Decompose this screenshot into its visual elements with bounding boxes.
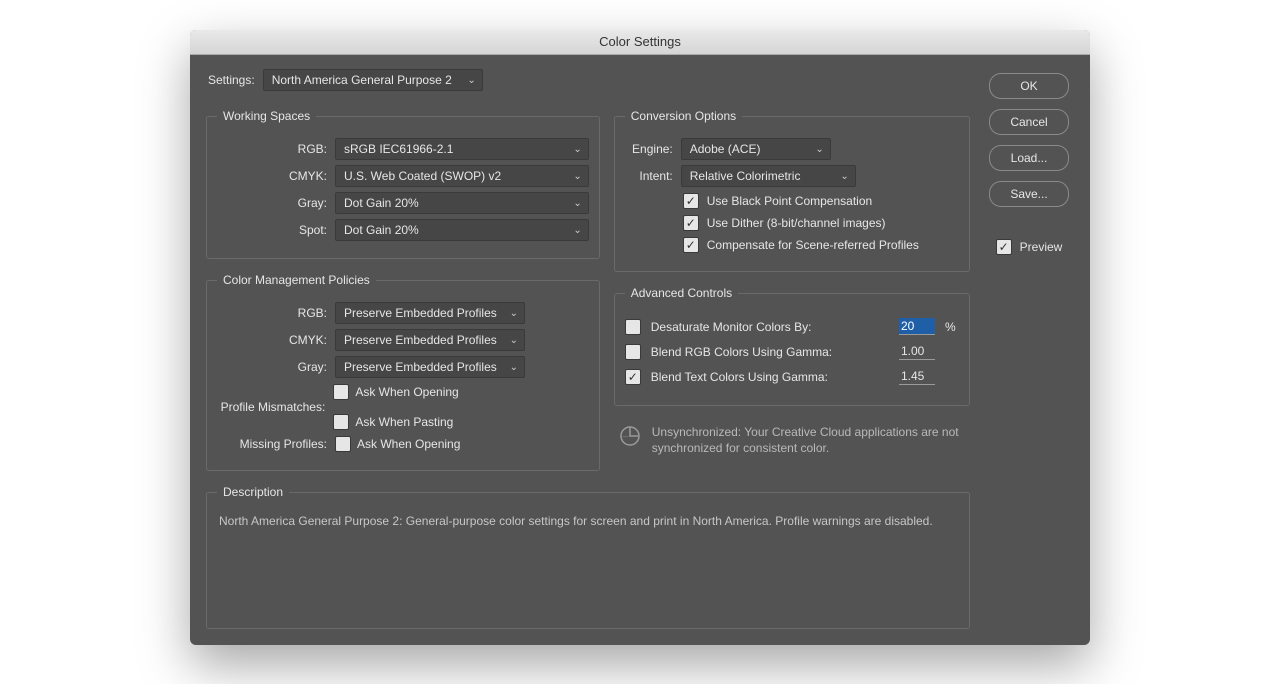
engine-dropdown[interactable]: Adobe (ACE)⌄ (681, 138, 831, 160)
color-settings-window: Color Settings Settings: North America G… (190, 30, 1090, 645)
preview-checkbox[interactable]: ✓ (996, 239, 1012, 255)
mismatch-open-checkbox[interactable]: ✓ (333, 384, 349, 400)
intent-dropdown[interactable]: Relative Colorimetric⌄ (681, 165, 856, 187)
chevron-down-icon: ⌄ (840, 171, 848, 182)
rgb-gamma-input[interactable] (899, 343, 935, 360)
desat-suffix: % (945, 320, 959, 334)
ws-cmyk-label: CMYK: (217, 169, 327, 183)
description-legend: Description (217, 485, 289, 499)
cancel-button[interactable]: Cancel (989, 109, 1069, 135)
conversion-group: Conversion Options Engine: Adobe (ACE)⌄ … (614, 109, 970, 272)
chevron-down-icon: ⌄ (573, 198, 581, 209)
ws-gray-dropdown[interactable]: Dot Gain 20%⌄ (335, 192, 589, 214)
working-spaces-legend: Working Spaces (217, 109, 316, 123)
ws-rgb-dropdown[interactable]: sRGB IEC61966-2.1⌄ (335, 138, 589, 160)
ws-rgb-label: RGB: (217, 142, 327, 156)
desat-label: Desaturate Monitor Colors By: (651, 320, 889, 334)
mismatch-paste-label: Ask When Pasting (355, 415, 453, 429)
chevron-down-icon: ⌄ (510, 308, 518, 319)
conversion-legend: Conversion Options (625, 109, 742, 123)
chevron-down-icon: ⌄ (573, 225, 581, 236)
advanced-group: Advanced Controls ✓ Desaturate Monitor C… (614, 286, 970, 406)
pol-cmyk-label: CMYK: (217, 333, 327, 347)
ws-gray-label: Gray: (217, 196, 327, 210)
dither-label: Use Dither (8-bit/channel images) (707, 216, 886, 230)
chevron-down-icon: ⌄ (510, 362, 518, 373)
text-gamma-label: Blend Text Colors Using Gamma: (651, 370, 889, 384)
mismatch-paste-checkbox[interactable]: ✓ (333, 414, 349, 430)
load-button[interactable]: Load... (989, 145, 1069, 171)
scene-checkbox[interactable]: ✓ (683, 237, 699, 253)
window-title: Color Settings (190, 30, 1090, 55)
missing-open-checkbox[interactable]: ✓ (335, 436, 351, 452)
pol-gray-label: Gray: (217, 360, 327, 374)
sync-text: Unsynchronized: Your Creative Cloud appl… (652, 424, 966, 456)
settings-label: Settings: (208, 73, 255, 87)
desat-checkbox[interactable]: ✓ (625, 319, 641, 335)
pol-rgb-dropdown[interactable]: Preserve Embedded Profiles⌄ (335, 302, 525, 324)
dither-checkbox[interactable]: ✓ (683, 215, 699, 231)
rgb-gamma-label: Blend RGB Colors Using Gamma: (651, 345, 889, 359)
policies-group: Color Management Policies RGB: Preserve … (206, 273, 600, 471)
chevron-down-icon: ⌄ (815, 144, 823, 155)
working-spaces-group: Working Spaces RGB: sRGB IEC61966-2.1⌄ C… (206, 109, 600, 259)
engine-label: Engine: (625, 142, 673, 156)
chevron-down-icon: ⌄ (510, 335, 518, 346)
missing-label: Missing Profiles: (217, 437, 327, 451)
pol-rgb-label: RGB: (217, 306, 327, 320)
scene-label: Compensate for Scene-referred Profiles (707, 238, 919, 252)
policies-legend: Color Management Policies (217, 273, 376, 287)
ok-button[interactable]: OK (989, 73, 1069, 99)
missing-open-label: Ask When Opening (357, 437, 460, 451)
save-button[interactable]: Save... (989, 181, 1069, 207)
mismatch-label: Profile Mismatches: (217, 400, 325, 414)
ws-cmyk-dropdown[interactable]: U.S. Web Coated (SWOP) v2⌄ (335, 165, 589, 187)
pol-cmyk-dropdown[interactable]: Preserve Embedded Profiles⌄ (335, 329, 525, 351)
mismatch-open-label: Ask When Opening (355, 385, 458, 399)
chevron-down-icon: ⌄ (573, 171, 581, 182)
ws-spot-dropdown[interactable]: Dot Gain 20%⌄ (335, 219, 589, 241)
intent-label: Intent: (625, 169, 673, 183)
advanced-legend: Advanced Controls (625, 286, 738, 300)
rgb-gamma-checkbox[interactable]: ✓ (625, 344, 641, 360)
pol-gray-dropdown[interactable]: Preserve Embedded Profiles⌄ (335, 356, 525, 378)
unsynchronized-icon (618, 424, 642, 448)
text-gamma-checkbox[interactable]: ✓ (625, 369, 641, 385)
ws-spot-label: Spot: (217, 223, 327, 237)
chevron-down-icon: ⌄ (467, 75, 475, 86)
desat-input[interactable] (899, 318, 935, 335)
description-text: North America General Purpose 2: General… (217, 509, 959, 530)
bpc-label: Use Black Point Compensation (707, 194, 872, 208)
settings-value: North America General Purpose 2 (272, 73, 452, 87)
sync-status: Unsynchronized: Your Creative Cloud appl… (614, 420, 970, 456)
settings-dropdown[interactable]: North America General Purpose 2 ⌄ (263, 69, 483, 91)
chevron-down-icon: ⌄ (573, 144, 581, 155)
preview-label: Preview (1020, 240, 1063, 254)
text-gamma-input[interactable] (899, 368, 935, 385)
bpc-checkbox[interactable]: ✓ (683, 193, 699, 209)
description-group: Description North America General Purpos… (206, 485, 970, 629)
